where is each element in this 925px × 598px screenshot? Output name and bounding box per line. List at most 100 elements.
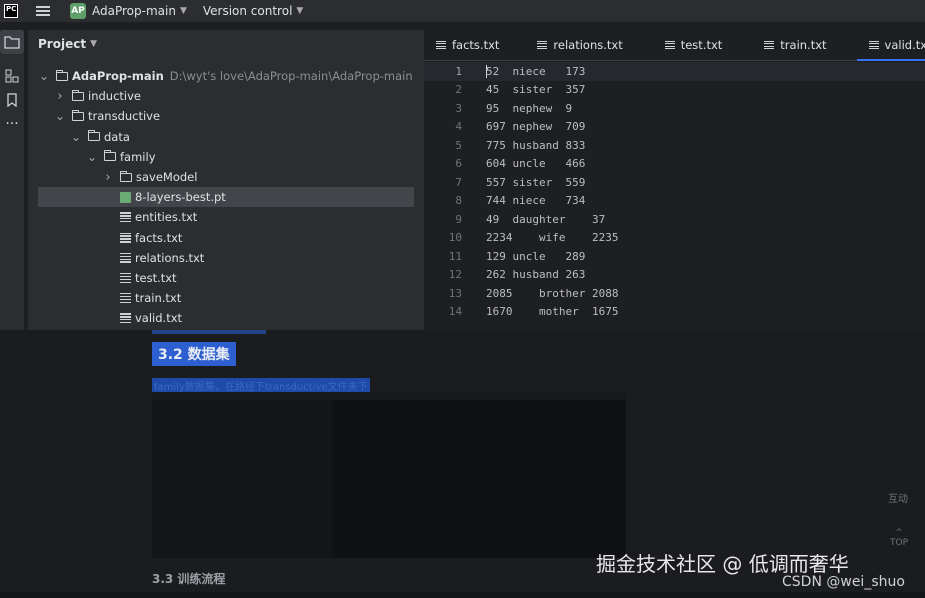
line-text: 262 husband 263 — [486, 268, 586, 282]
tree-item[interactable]: valid.txt — [38, 308, 414, 328]
text-file-icon — [120, 232, 131, 243]
line-text: 2085 brother 2088 — [486, 286, 619, 300]
code-line[interactable]: 1 52 niece 173 — [424, 62, 925, 81]
version-control-label[interactable]: Version control — [203, 4, 293, 18]
code-line[interactable]: 8 744 niece 734 — [424, 192, 925, 211]
line-text: 2234 wife 2235 — [486, 231, 619, 245]
folder-icon — [120, 170, 132, 182]
tree-item[interactable]: entities.txt — [38, 207, 414, 227]
line-number: 13 — [448, 286, 462, 300]
text-file-icon — [764, 41, 775, 49]
text-file-icon — [120, 293, 131, 304]
project-panel-header[interactable]: Project ▼ — [28, 30, 424, 58]
code-line[interactable]: 7 557 sister 559 — [424, 173, 925, 192]
more-icon[interactable]: ··· — [0, 112, 24, 136]
chevron-up-icon: ^ — [895, 528, 903, 538]
code-line[interactable]: 3 95 nephew 9 — [424, 99, 925, 118]
tree-item[interactable]: facts.txt — [38, 228, 414, 248]
tree-item[interactable]: 8-layers-best.pt — [38, 187, 414, 208]
line-number: 11 — [448, 249, 462, 263]
tree-item[interactable]: train.txt — [38, 288, 414, 308]
text-file-icon — [120, 313, 131, 324]
bottom-strip — [0, 592, 925, 598]
bookmark-icon[interactable] — [0, 88, 24, 112]
line-text: 45 sister 357 — [486, 83, 586, 97]
project-name[interactable]: AdaProp-main — [92, 4, 176, 18]
line-number: 3 — [455, 101, 462, 115]
ide-window: PC AP AdaProp-main ▼ Version control ▼ ·… — [0, 0, 925, 330]
chevron-down-icon[interactable]: ▼ — [90, 39, 97, 49]
tree-item-label: entities.txt — [135, 210, 198, 225]
main-menu-icon[interactable] — [36, 6, 50, 16]
chevron-down-icon[interactable]: ▼ — [296, 6, 303, 16]
editor-tab[interactable]: relations.txt — [525, 30, 634, 60]
editor-tab[interactable]: valid.txt× — [856, 30, 925, 61]
embedded-screenshot — [152, 392, 626, 558]
code-line[interactable]: 10 2234 wife 2235 — [424, 229, 925, 248]
interaction-label[interactable]: 互动 — [888, 490, 908, 505]
tree-item[interactable]: › inductive — [38, 86, 414, 106]
tree-item[interactable]: ⌄ AdaProp-main D:\wyt's love\AdaProp-main\… — [38, 66, 414, 86]
code-line[interactable]: 4 697 nephew 709 — [424, 118, 925, 137]
text-file-icon — [436, 41, 446, 49]
tool-window-stripe: ··· — [0, 30, 24, 330]
code-line[interactable]: 14 1670 mother 1675 — [424, 303, 925, 322]
editor-tab[interactable]: train.txt — [752, 30, 838, 60]
code-line[interactable]: 2 45 sister 357 — [424, 81, 925, 100]
text-file-icon — [120, 212, 131, 223]
line-number: 4 — [455, 120, 462, 134]
folder-icon — [88, 130, 100, 142]
line-text: 775 husband 833 — [486, 138, 586, 152]
line-number: 2 — [455, 83, 462, 97]
back-to-top-button[interactable]: ^ TOP — [890, 528, 908, 548]
chevron-down-icon[interactable]: ▼ — [180, 6, 187, 16]
tab-label: train.txt — [780, 38, 827, 52]
project-path: D:\wyt's love\AdaProp-main\AdaProp-main — [169, 69, 413, 83]
code-line[interactable]: 6 604 uncle 466 — [424, 155, 925, 174]
article-background: 3.2 数据集 family数据集，在路径下transductive文件夹下 3… — [0, 330, 925, 598]
structure-icon[interactable] — [0, 64, 24, 88]
tree-item-label: test.txt — [135, 271, 177, 285]
code-view[interactable]: 1 52 niece 173 2 45 sister 357 3 95 nephew 9 4… — [424, 62, 925, 321]
tab-label: valid.txt — [884, 38, 925, 52]
tree-item[interactable]: relations.txt — [38, 248, 414, 268]
chevron-right-icon[interactable]: › — [102, 170, 114, 185]
folder-icon[interactable] — [0, 30, 24, 54]
editor-tabs: facts.txt relations.txt test.txt train.txt v… — [424, 30, 925, 61]
tree-item[interactable]: › saveModel — [38, 167, 414, 187]
highlight-strip — [152, 330, 266, 334]
tree-item[interactable]: ⌄ transductive — [38, 106, 414, 126]
chevron-down-icon[interactable]: ⌄ — [70, 130, 82, 144]
tree-item[interactable]: test.txt — [38, 268, 414, 288]
line-number: 12 — [448, 268, 462, 282]
text-file-icon — [664, 41, 675, 49]
editor-tab[interactable]: test.txt — [653, 30, 735, 60]
tree-item[interactable]: ⌄ data — [38, 127, 414, 147]
chevron-down-icon[interactable]: ⌄ — [54, 109, 66, 123]
code-line[interactable]: 9 49 daughter 37 — [424, 210, 925, 229]
line-text: 129 uncle 289 — [486, 249, 586, 263]
tree-item-label: facts.txt — [135, 230, 183, 245]
embedded-screenshot-header — [152, 392, 626, 400]
tree-item-label: valid.txt — [135, 311, 183, 326]
line-text: 52 niece 173 — [486, 64, 586, 78]
editor-tab[interactable]: facts.txt — [424, 30, 511, 60]
code-line[interactable]: 13 2085 brother 2088 — [424, 284, 925, 303]
line-number: 8 — [455, 194, 462, 208]
line-number: 9 — [455, 212, 462, 226]
line-number: 1 — [455, 64, 462, 78]
code-line[interactable]: 5 775 husband 833 — [424, 136, 925, 155]
text-file-icon — [868, 41, 879, 49]
line-number: 7 — [455, 175, 462, 189]
tree-item[interactable]: ⌄ family — [38, 147, 414, 167]
project-badge[interactable]: AP — [70, 3, 86, 19]
code-line[interactable]: 11 129 uncle 289 — [424, 247, 925, 266]
chevron-right-icon[interactable]: › — [54, 89, 66, 104]
chevron-down-icon[interactable]: ⌄ — [86, 150, 98, 164]
code-line[interactable]: 12 262 husband 263 — [424, 266, 925, 285]
chevron-down-icon[interactable]: ⌄ — [38, 69, 50, 83]
tree-item-label: AdaProp-main — [72, 69, 164, 83]
project-tool-window: Project ▼ ⌄ AdaProp-main D:\wyt's love\Ada… — [28, 30, 424, 330]
tab-label: relations.txt — [553, 38, 623, 52]
pycharm-logo: PC — [4, 4, 18, 18]
